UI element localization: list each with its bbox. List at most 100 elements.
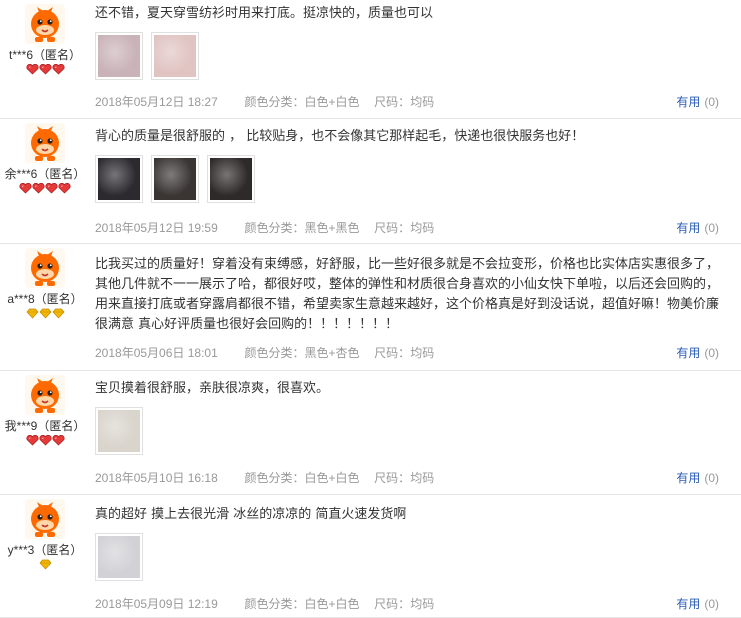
size-value: 均码 xyxy=(410,471,435,485)
review-meta: 2018年05月12日 18:27 颜色分类：白色+白色 尺码：均码 xyxy=(95,93,434,110)
diamond-rank-icon xyxy=(26,308,38,319)
review-item: t***6（匿名） 还不错，夏天穿雪纺衫时用来打底。挺凉快的，质量也可以 201… xyxy=(0,0,741,119)
color-label: 颜色分类： xyxy=(244,221,305,235)
reviewer-info: 余***6（匿名） xyxy=(0,119,90,195)
mascot-avatar-icon xyxy=(25,123,65,163)
size-value: 均码 xyxy=(410,597,435,611)
useful-button[interactable]: 有用 (0) xyxy=(676,469,719,486)
review-photos xyxy=(95,533,723,581)
review-date: 2018年05月10日 16:18 xyxy=(95,471,218,485)
buyer-rank-badge xyxy=(0,435,90,447)
mascot-avatar-icon xyxy=(25,375,65,415)
review-meta: 2018年05月06日 18:01 颜色分类：黑色+杏色 尺码：均码 xyxy=(95,344,434,361)
review-date: 2018年05月12日 19:59 xyxy=(95,221,218,235)
review-photo-thumbnail[interactable] xyxy=(151,32,199,80)
diamond-rank-icon xyxy=(39,308,51,319)
avatar xyxy=(25,123,65,163)
review-text: 宝贝摸着很舒服，亲肤很凉爽，很喜欢。 xyxy=(95,381,330,396)
review-date: 2018年05月09日 12:19 xyxy=(95,597,218,611)
heart-rank-icon xyxy=(25,435,39,446)
reviewer-info: t***6（匿名） xyxy=(0,0,90,76)
review-meta: 2018年05月10日 16:18 颜色分类：白色+白色 尺码：均码 xyxy=(95,469,434,486)
buyer-rank-badge xyxy=(0,559,90,571)
review-photos xyxy=(95,407,723,455)
heart-rank-icon xyxy=(25,64,39,75)
useful-label[interactable]: 有用 xyxy=(676,471,700,485)
color-label: 颜色分类： xyxy=(244,471,305,485)
useful-count: (0) xyxy=(704,95,719,109)
color-value: 白色+白色 xyxy=(304,597,360,611)
reviewer-name: a***8（匿名） xyxy=(7,292,83,306)
useful-button[interactable]: 有用 (0) xyxy=(676,344,719,361)
size-value: 均码 xyxy=(410,95,435,109)
review-text: 还不错，夏天穿雪纺衫时用来打底。挺凉快的，质量也可以 xyxy=(95,6,434,21)
color-label: 颜色分类： xyxy=(244,597,305,611)
heart-rank-icon xyxy=(58,183,71,194)
useful-label[interactable]: 有用 xyxy=(676,221,700,235)
avatar xyxy=(25,4,65,44)
heart-rank-icon xyxy=(32,183,45,194)
mascot-avatar-icon xyxy=(25,248,65,288)
review-meta: 2018年05月12日 19:59 颜色分类：黑色+黑色 尺码：均码 xyxy=(95,219,434,236)
heart-rank-icon xyxy=(45,183,58,194)
heart-rank-icon xyxy=(19,183,32,194)
review-date: 2018年05月06日 18:01 xyxy=(95,346,218,360)
color-label: 颜色分类： xyxy=(244,95,305,109)
review-item: 我***9（匿名） 宝贝摸着很舒服，亲肤很凉爽，很喜欢。 2018年05月10日… xyxy=(0,371,741,495)
review-photo-thumbnail[interactable] xyxy=(95,407,143,455)
review-date: 2018年05月12日 18:27 xyxy=(95,95,218,109)
useful-label[interactable]: 有用 xyxy=(676,597,700,611)
buyer-rank-badge xyxy=(0,183,90,195)
useful-label[interactable]: 有用 xyxy=(676,95,700,109)
size-label: 尺码： xyxy=(374,221,411,235)
buyer-rank-badge xyxy=(0,308,90,320)
review-photo-thumbnail[interactable] xyxy=(151,155,199,203)
reviewer-name: t***6（匿名） xyxy=(8,48,82,62)
size-label: 尺码： xyxy=(374,471,411,485)
diamond-rank-icon xyxy=(52,308,64,319)
avatar xyxy=(25,248,65,288)
useful-count: (0) xyxy=(704,597,719,611)
heart-rank-icon xyxy=(38,64,52,75)
heart-rank-icon xyxy=(51,64,65,75)
size-label: 尺码： xyxy=(374,95,411,109)
useful-button[interactable]: 有用 (0) xyxy=(676,595,719,612)
mascot-avatar-icon xyxy=(25,499,65,539)
color-value: 白色+白色 xyxy=(304,95,360,109)
mascot-avatar-icon xyxy=(25,4,65,44)
useful-button[interactable]: 有用 (0) xyxy=(676,93,719,110)
review-photos xyxy=(95,32,723,80)
useful-count: (0) xyxy=(704,471,719,485)
size-value: 均码 xyxy=(410,221,435,235)
useful-count: (0) xyxy=(704,221,719,235)
review-item: 余***6（匿名） 背心的质量是很舒服的 ， 比较贴身，也不会像其它那样起毛，快… xyxy=(0,119,741,244)
review-photo-thumbnail[interactable] xyxy=(95,32,143,80)
review-item: a***8（匿名） 比我买过的质量好！穿着没有束缚感，好舒服，比一些好很多就是不… xyxy=(0,244,741,371)
size-value: 均码 xyxy=(410,346,435,360)
buyer-rank-badge xyxy=(0,64,90,76)
color-value: 黑色+黑色 xyxy=(304,221,360,235)
size-label: 尺码： xyxy=(374,597,411,611)
avatar xyxy=(25,499,65,539)
review-photo-thumbnail[interactable] xyxy=(207,155,255,203)
review-photos xyxy=(95,155,723,203)
size-label: 尺码： xyxy=(374,346,411,360)
reviewer-name: y***3（匿名） xyxy=(7,543,83,557)
review-text: 比我买过的质量好！穿着没有束缚感，好舒服，比一些好很多就是不会拉变形，价格也比实… xyxy=(95,257,720,332)
reviewer-name: 余***6（匿名） xyxy=(4,167,86,181)
useful-label[interactable]: 有用 xyxy=(676,346,700,360)
diamond-rank-icon xyxy=(39,559,51,570)
useful-button[interactable]: 有用 (0) xyxy=(676,219,719,236)
color-value: 白色+白色 xyxy=(304,471,360,485)
heart-rank-icon xyxy=(38,435,52,446)
review-text: 背心的质量是很舒服的 ， 比较贴身，也不会像其它那样起毛，快递也很快服务也好！ xyxy=(95,129,585,144)
review-meta: 2018年05月09日 12:19 颜色分类：白色+白色 尺码：均码 xyxy=(95,595,434,612)
review-photo-thumbnail[interactable] xyxy=(95,155,143,203)
color-label: 颜色分类： xyxy=(244,346,305,360)
reviewer-name: 我***9（匿名） xyxy=(4,419,86,433)
reviewer-info: y***3（匿名） xyxy=(0,495,90,571)
review-photo-thumbnail[interactable] xyxy=(95,533,143,581)
review-item: y***3（匿名） 真的超好 摸上去很光滑 冰丝的凉凉的 简直火速发货啊 201… xyxy=(0,495,741,618)
reviewer-info: a***8（匿名） xyxy=(0,244,90,320)
useful-count: (0) xyxy=(704,346,719,360)
